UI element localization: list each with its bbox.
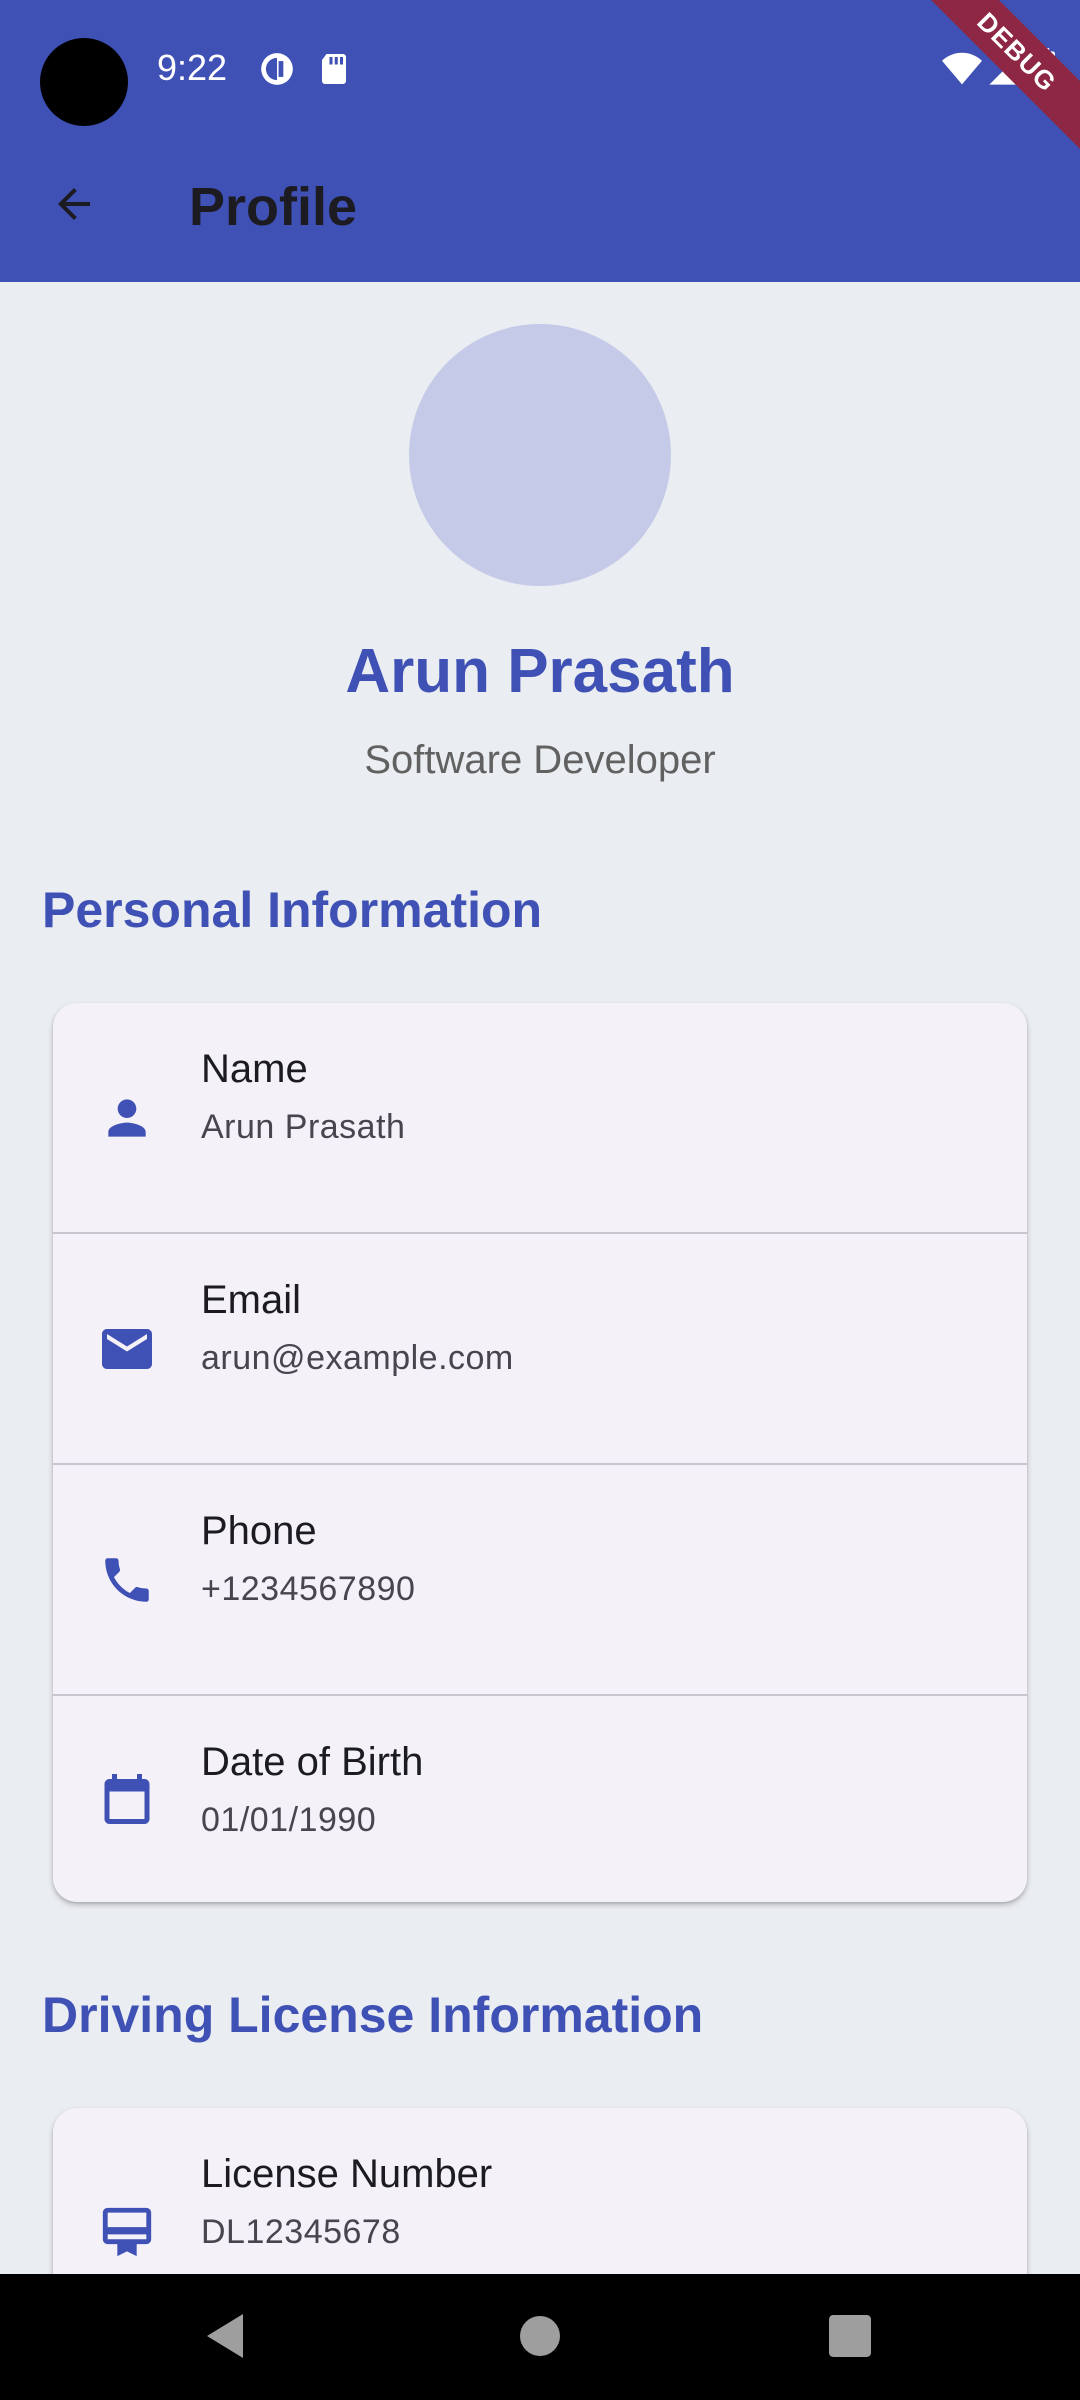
status-bar: 9:22: [0, 0, 1080, 136]
nav-back-button[interactable]: [195, 2308, 255, 2368]
page-title: Profile: [189, 177, 358, 237]
nav-recents-button[interactable]: [820, 2308, 880, 2368]
row-value: +1234567890: [201, 1570, 416, 1608]
sd-card-icon: [316, 50, 354, 88]
row-label: Name: [201, 1047, 308, 1091]
card-membership-icon: [95, 2200, 159, 2264]
calendar-icon: [95, 1767, 159, 1831]
profile-name: Arun Prasath: [345, 637, 735, 706]
system-nav-bar: [0, 2274, 1080, 2400]
row-label: Email: [201, 1278, 302, 1322]
nav-home-icon: [520, 2315, 560, 2361]
avatar: [409, 324, 671, 586]
person-icon: [95, 1086, 159, 1150]
row-value: DL12345678: [201, 2213, 401, 2251]
row-label: License Number: [201, 2152, 493, 2196]
email-icon: [95, 1317, 159, 1381]
camera-cutout: [40, 38, 128, 126]
status-time: 9:22: [157, 47, 228, 88]
info-row-date-of-birth[interactable]: Date of Birth 01/01/1990: [53, 1696, 1027, 1902]
info-row-email[interactable]: Email arun@example.com: [53, 1234, 1027, 1465]
info-row-name[interactable]: Name Arun Prasath: [53, 1003, 1027, 1234]
nav-back-icon: [203, 2312, 247, 2365]
nav-recents-icon: [829, 2314, 871, 2362]
nav-home-button[interactable]: [510, 2308, 570, 2368]
row-value: arun@example.com: [201, 1339, 514, 1377]
data-saver-icon: [258, 50, 296, 88]
section-title-personal: Personal Information: [42, 882, 543, 938]
wifi-icon: [940, 48, 984, 88]
phone-icon: [95, 1548, 159, 1612]
back-button[interactable]: [34, 166, 114, 246]
info-row-phone[interactable]: Phone +1234567890: [53, 1465, 1027, 1696]
row-value: 01/01/1990: [201, 1801, 377, 1839]
arrow-back-icon: [50, 180, 98, 233]
personal-info-card: Name Arun Prasath Email arun@example.com…: [53, 1003, 1027, 1902]
app-bar: 9:22 DEBUG Profile: [0, 0, 1080, 282]
row-value: Arun Prasath: [201, 1108, 406, 1146]
section-title-license: Driving License Information: [42, 1987, 704, 2043]
row-label: Phone: [201, 1509, 317, 1553]
row-label: Date of Birth: [201, 1740, 424, 1784]
profile-role: Software Developer: [364, 738, 716, 782]
